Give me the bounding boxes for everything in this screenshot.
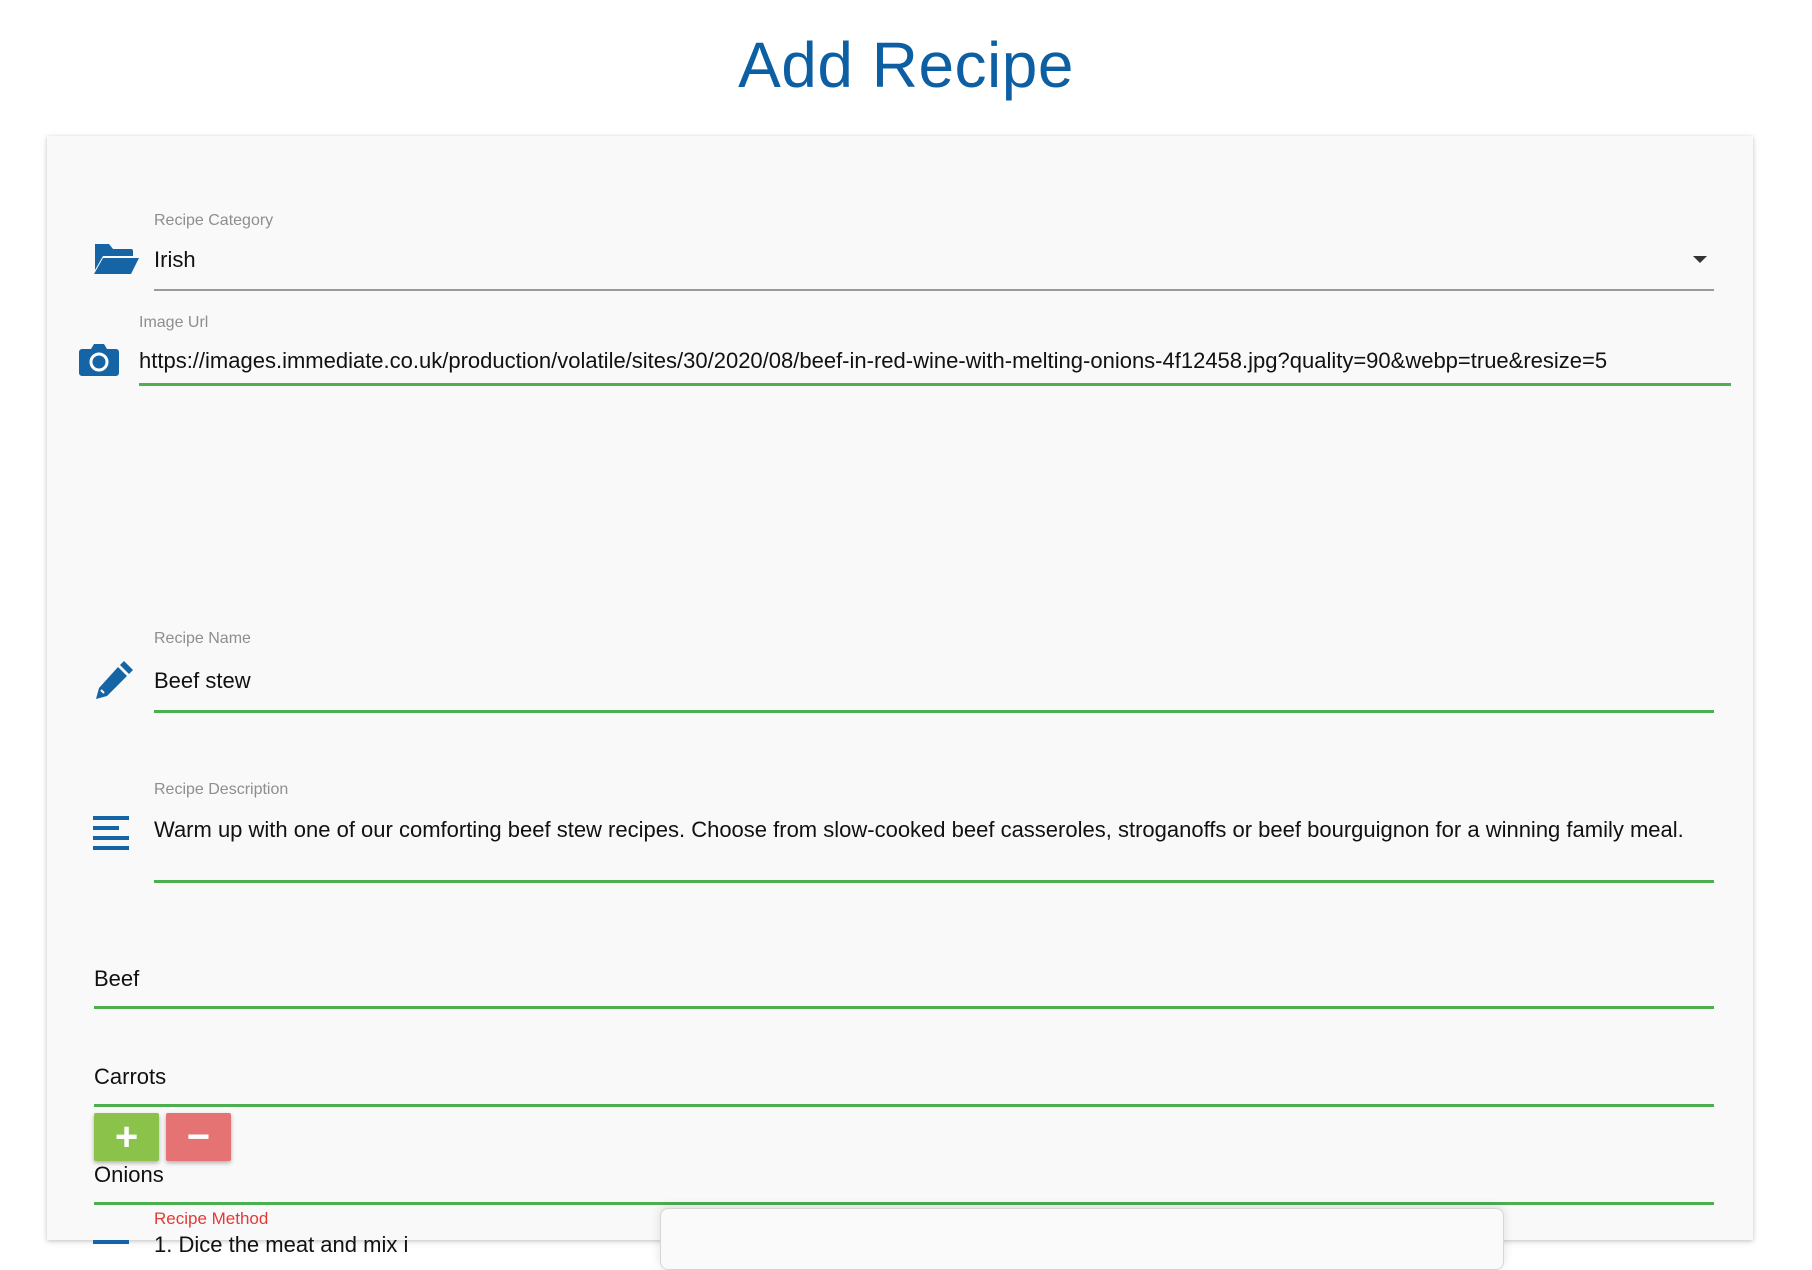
recipe-name-field[interactable]: Recipe Name Beef stew xyxy=(47,446,1753,713)
recipe-form-card: Recipe Category Irish Image Url https://… xyxy=(47,136,1753,1240)
ingredient-underline xyxy=(94,1104,1714,1107)
align-left-icon xyxy=(93,814,131,857)
recipe-description-label: Recipe Description xyxy=(154,781,289,798)
recipe-description-input[interactable]: Warm up with one of our comforting beef … xyxy=(154,818,1716,842)
image-url-label: Image Url xyxy=(139,314,209,331)
ingredient-underline xyxy=(94,1202,1714,1205)
recipe-method-label: Recipe Method xyxy=(154,1209,269,1228)
folder-open-icon xyxy=(93,240,139,281)
ingredient-row[interactable]: Carrots xyxy=(94,1064,1714,1114)
ingredient-input[interactable]: Carrots xyxy=(94,1064,166,1090)
ingredient-input[interactable]: Beef xyxy=(94,966,139,992)
category-field[interactable]: Recipe Category Irish xyxy=(47,136,1753,306)
ingredient-row[interactable]: Onions xyxy=(94,1162,1714,1212)
image-url-field[interactable]: Image Url https://images.immediate.co.uk… xyxy=(47,306,1753,446)
overlay-popup xyxy=(660,1208,1504,1270)
category-select[interactable]: Irish xyxy=(154,247,196,273)
recipe-description-underline xyxy=(154,880,1714,883)
add-ingredient-button[interactable]: + xyxy=(94,1113,159,1161)
image-url-underline xyxy=(139,383,1731,386)
ingredient-underline xyxy=(94,1006,1714,1009)
camera-icon xyxy=(78,342,120,383)
category-label: Recipe Category xyxy=(154,212,274,229)
recipe-method-input[interactable]: 1. Dice the meat and mix i xyxy=(154,1232,408,1258)
caret-down-icon[interactable] xyxy=(1693,256,1707,263)
image-url-input[interactable]: https://images.immediate.co.uk/productio… xyxy=(139,348,1731,374)
remove-ingredient-button[interactable]: − xyxy=(166,1113,231,1161)
recipe-description-field[interactable]: Recipe Description Warm up with one of o… xyxy=(47,596,1753,883)
ingredient-input[interactable]: Onions xyxy=(94,1162,164,1188)
align-left-icon xyxy=(93,1233,131,1251)
ingredient-row[interactable]: Beef xyxy=(94,966,1714,1016)
page-title: Add Recipe xyxy=(738,29,1074,101)
category-underline xyxy=(154,289,1714,291)
